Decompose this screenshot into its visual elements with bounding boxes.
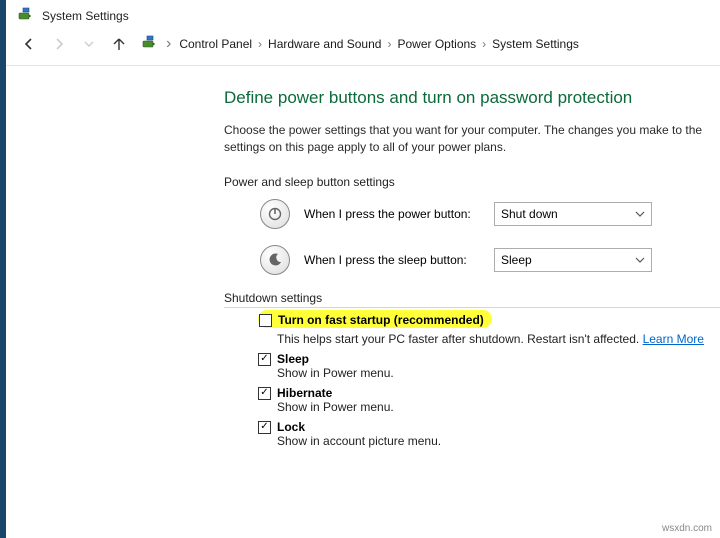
lock-desc: Show in account picture menu. — [277, 434, 720, 448]
sleep-button-row: When I press the sleep button: Sleep — [260, 245, 720, 275]
breadcrumb: Control Panel › Hardware and Sound › Pow… — [179, 37, 579, 51]
titlebar: System Settings — [6, 0, 720, 29]
lock-label: Lock — [277, 420, 305, 434]
chevron-down-icon — [635, 209, 645, 219]
fast-startup-desc: This helps start your PC faster after sh… — [277, 332, 720, 346]
sleep-checkbox[interactable] — [258, 353, 271, 366]
hibernate-row: Hibernate — [258, 386, 720, 400]
page-intro: Choose the power settings that you want … — [224, 122, 720, 157]
crumb-system-settings[interactable]: System Settings — [492, 37, 579, 51]
page-heading: Define power buttons and turn on passwor… — [224, 88, 720, 108]
navigation-bar: › Control Panel › Hardware and Sound › P… — [6, 29, 720, 66]
power-button-row: When I press the power button: Shut down — [260, 199, 720, 229]
sleep-button-label: When I press the sleep button: — [304, 253, 480, 267]
battery-icon — [18, 6, 34, 25]
chevron-right-icon: › — [166, 35, 171, 53]
dropdown-value: Sleep — [501, 253, 532, 267]
lock-checkbox[interactable] — [258, 421, 271, 434]
recent-dropdown-icon[interactable] — [78, 33, 100, 55]
watermark: wsxdn.com — [662, 523, 712, 534]
content-area: Define power buttons and turn on passwor… — [6, 66, 720, 454]
chevron-right-icon: › — [482, 37, 486, 51]
shutdown-section: Shutdown settings Turn on fast startup (… — [224, 291, 720, 448]
breadcrumb-icon — [142, 34, 158, 55]
power-button-dropdown[interactable]: Shut down — [494, 202, 652, 226]
hibernate-label: Hibernate — [277, 386, 332, 400]
crumb-control-panel[interactable]: Control Panel — [179, 37, 252, 51]
power-button-label: When I press the power button: — [304, 207, 480, 221]
sleep-icon — [260, 245, 290, 275]
sleep-button-dropdown[interactable]: Sleep — [494, 248, 652, 272]
dropdown-value: Shut down — [501, 207, 558, 221]
hibernate-checkbox[interactable] — [258, 387, 271, 400]
chevron-right-icon: › — [258, 37, 262, 51]
fast-startup-label: Turn on fast startup (recommended) — [278, 313, 484, 327]
back-button[interactable] — [18, 33, 40, 55]
hibernate-desc: Show in Power menu. — [277, 400, 720, 414]
section-title-buttons: Power and sleep button settings — [224, 175, 720, 189]
highlight-fast-startup: Turn on fast startup (recommended) — [258, 310, 492, 328]
power-sleep-section: Power and sleep button settings When I p… — [224, 175, 720, 275]
up-button[interactable] — [108, 33, 130, 55]
crumb-hardware-sound[interactable]: Hardware and Sound — [268, 37, 381, 51]
fast-startup-row: Turn on fast startup (recommended) — [259, 313, 484, 327]
lock-row: Lock — [258, 420, 720, 434]
learn-more-link[interactable]: Learn More — [643, 332, 704, 346]
forward-button[interactable] — [48, 33, 70, 55]
section-title-shutdown: Shutdown settings — [224, 291, 720, 308]
fast-startup-checkbox[interactable] — [259, 314, 272, 327]
crumb-power-options[interactable]: Power Options — [397, 37, 476, 51]
window-title: System Settings — [42, 9, 129, 23]
chevron-right-icon: › — [387, 37, 391, 51]
sleep-row: Sleep — [258, 352, 720, 366]
sleep-label: Sleep — [277, 352, 309, 366]
power-icon — [260, 199, 290, 229]
sleep-desc: Show in Power menu. — [277, 366, 720, 380]
chevron-down-icon — [635, 255, 645, 265]
